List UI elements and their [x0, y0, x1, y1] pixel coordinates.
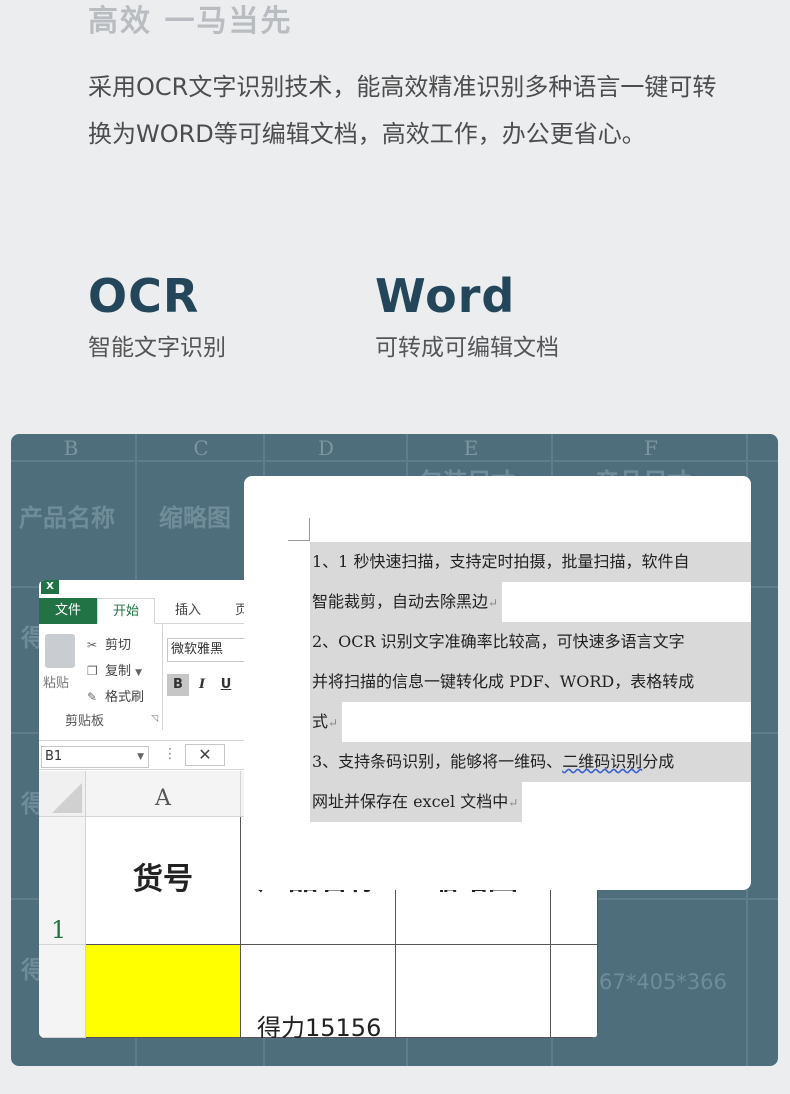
paragraph-mark-icon: ↵ [508, 796, 519, 810]
chevron-down-icon: ▼ [137, 752, 144, 762]
bg-col-b: B [63, 436, 79, 460]
bg-header-product-name: 产品名称 [19, 504, 115, 532]
select-all-button[interactable] [39, 771, 86, 817]
name-box-value: B1 [45, 749, 63, 764]
tab-home[interactable]: 开始 [97, 598, 155, 624]
cell-a2[interactable] [86, 945, 241, 1038]
doc-line[interactable]: 3、支持条码识别，能够将一维码、二维码识别分成 [310, 742, 751, 782]
heading: 高效 一马当先 [88, 4, 293, 39]
margin-corner-mark [288, 540, 310, 541]
tab-file[interactable]: 文件 [39, 598, 97, 624]
doc-line-text: 并将扫描的信息一键转化成 PDF、WORD，表格转成 [312, 672, 695, 691]
format-painter-button[interactable]: ✎ 格式刷 [87, 686, 144, 705]
doc-line-text: 2、OCR 识别文字准确率比较高，可快速多语言文字 [312, 632, 685, 651]
row-header-1-label: 1 [51, 916, 67, 944]
doc-line[interactable]: 2、OCR 识别文字准确率比较高，可快速多语言文字 [310, 622, 751, 662]
copy-icon: ❐ [87, 664, 98, 678]
bg-col-d: D [317, 436, 335, 460]
bg-col-e: E [463, 436, 479, 460]
doc-line-text: 网址并保存在 excel 文档中 [312, 792, 509, 811]
paste-icon[interactable] [45, 634, 75, 668]
copy-button[interactable]: ❐ 复制 ▼ [87, 660, 142, 679]
cut-label: 剪切 [105, 638, 132, 653]
excel-logo-icon: X [41, 580, 59, 594]
cancel-entry-button[interactable]: ✕ [185, 744, 225, 766]
column-header-a[interactable]: A [86, 771, 241, 817]
doc-line[interactable]: 网址并保存在 excel 文档中↵ [310, 782, 523, 822]
doc-line-text: 1、1 秒快速扫描，支持定时拍摄，批量扫描，软件自 [312, 552, 690, 571]
feature-ocr-title: OCR [88, 269, 200, 323]
brush-icon: ✎ [87, 690, 98, 704]
cell-a1[interactable]: 货号 [86, 817, 241, 945]
cell-b2-text: 得力15156 [257, 1014, 382, 1038]
font-name-select[interactable]: 微软雅黑 [167, 638, 245, 662]
bg-col-f: F [644, 436, 658, 460]
feature-word-title: Word [375, 269, 516, 323]
doc-line-text: 智能裁剪，自动去除黑边 [312, 592, 489, 611]
tab-insert[interactable]: 插入 [165, 598, 211, 624]
dialog-launcher-icon[interactable]: ◹ [151, 714, 158, 724]
row-header-1[interactable]: 1 [39, 817, 86, 945]
paste-button[interactable]: 粘贴 [43, 672, 69, 691]
doc-line-spellcheck-text: 二维码识别 [562, 752, 643, 771]
paragraph-mark-icon: ↵ [488, 596, 499, 610]
bold-button[interactable]: B [167, 674, 189, 696]
feature-ocr-subtitle: 智能文字识别 [88, 335, 226, 361]
doc-line[interactable]: 1、1 秒快速扫描，支持定时拍摄，批量扫描，软件自 [310, 542, 751, 582]
doc-line-text: 分成 [642, 752, 675, 771]
clipboard-group: 粘贴 ✂ 剪切 ❐ 复制 ▼ ✎ 格式刷 剪贴板 ◹ [39, 624, 163, 730]
description: 采用OCR文字识别技术，能高效精准识别多种语言一键可转换为WORD等可编辑文档，… [88, 73, 717, 148]
margin-corner-mark [309, 518, 310, 540]
formula-bar-dots: ⋮ [163, 746, 177, 762]
doc-line-text: 式 [312, 712, 329, 731]
bg-value: 67*405*366 [599, 970, 727, 994]
doc-line[interactable]: 智能裁剪，自动去除黑边↵ [310, 582, 503, 622]
cut-button[interactable]: ✂ 剪切 [87, 634, 131, 653]
feature-ocr: OCR 智能文字识别 [88, 266, 226, 362]
chevron-down-icon: ▼ [135, 668, 143, 678]
bg-col-c: C [193, 436, 209, 460]
paragraph-mark-icon: ↵ [328, 716, 339, 730]
feature-word: Word 可转成可编辑文档 [375, 266, 559, 362]
cell-c2[interactable] [396, 945, 551, 1038]
copy-label: 复制 [105, 664, 132, 679]
row-header-2[interactable] [39, 945, 86, 1038]
doc-line[interactable]: 并将扫描的信息一键转化成 PDF、WORD，表格转成 [310, 662, 751, 702]
name-box[interactable]: B1 ▼ [41, 746, 149, 768]
doc-line-text: 3、支持条码识别，能够将一维码、 [312, 752, 563, 771]
cell-b2[interactable]: 得力15156 [241, 945, 396, 1038]
doc-line[interactable]: 式↵ [310, 702, 343, 742]
cell-d2[interactable] [551, 945, 598, 1038]
bg-header-thumbnail: 缩略图 [159, 504, 231, 532]
italic-button[interactable]: I [191, 674, 213, 696]
clipboard-group-label: 剪贴板 [65, 714, 105, 729]
word-document: 1、1 秒快速扫描，支持定时拍摄，批量扫描，软件自 智能裁剪，自动去除黑边↵ 2… [244, 476, 751, 890]
format-painter-label: 格式刷 [105, 690, 145, 705]
feature-word-subtitle: 可转成可编辑文档 [375, 335, 559, 361]
select-all-icon [52, 783, 82, 813]
underline-button[interactable]: U [215, 674, 237, 696]
scissors-icon: ✂ [87, 638, 98, 652]
